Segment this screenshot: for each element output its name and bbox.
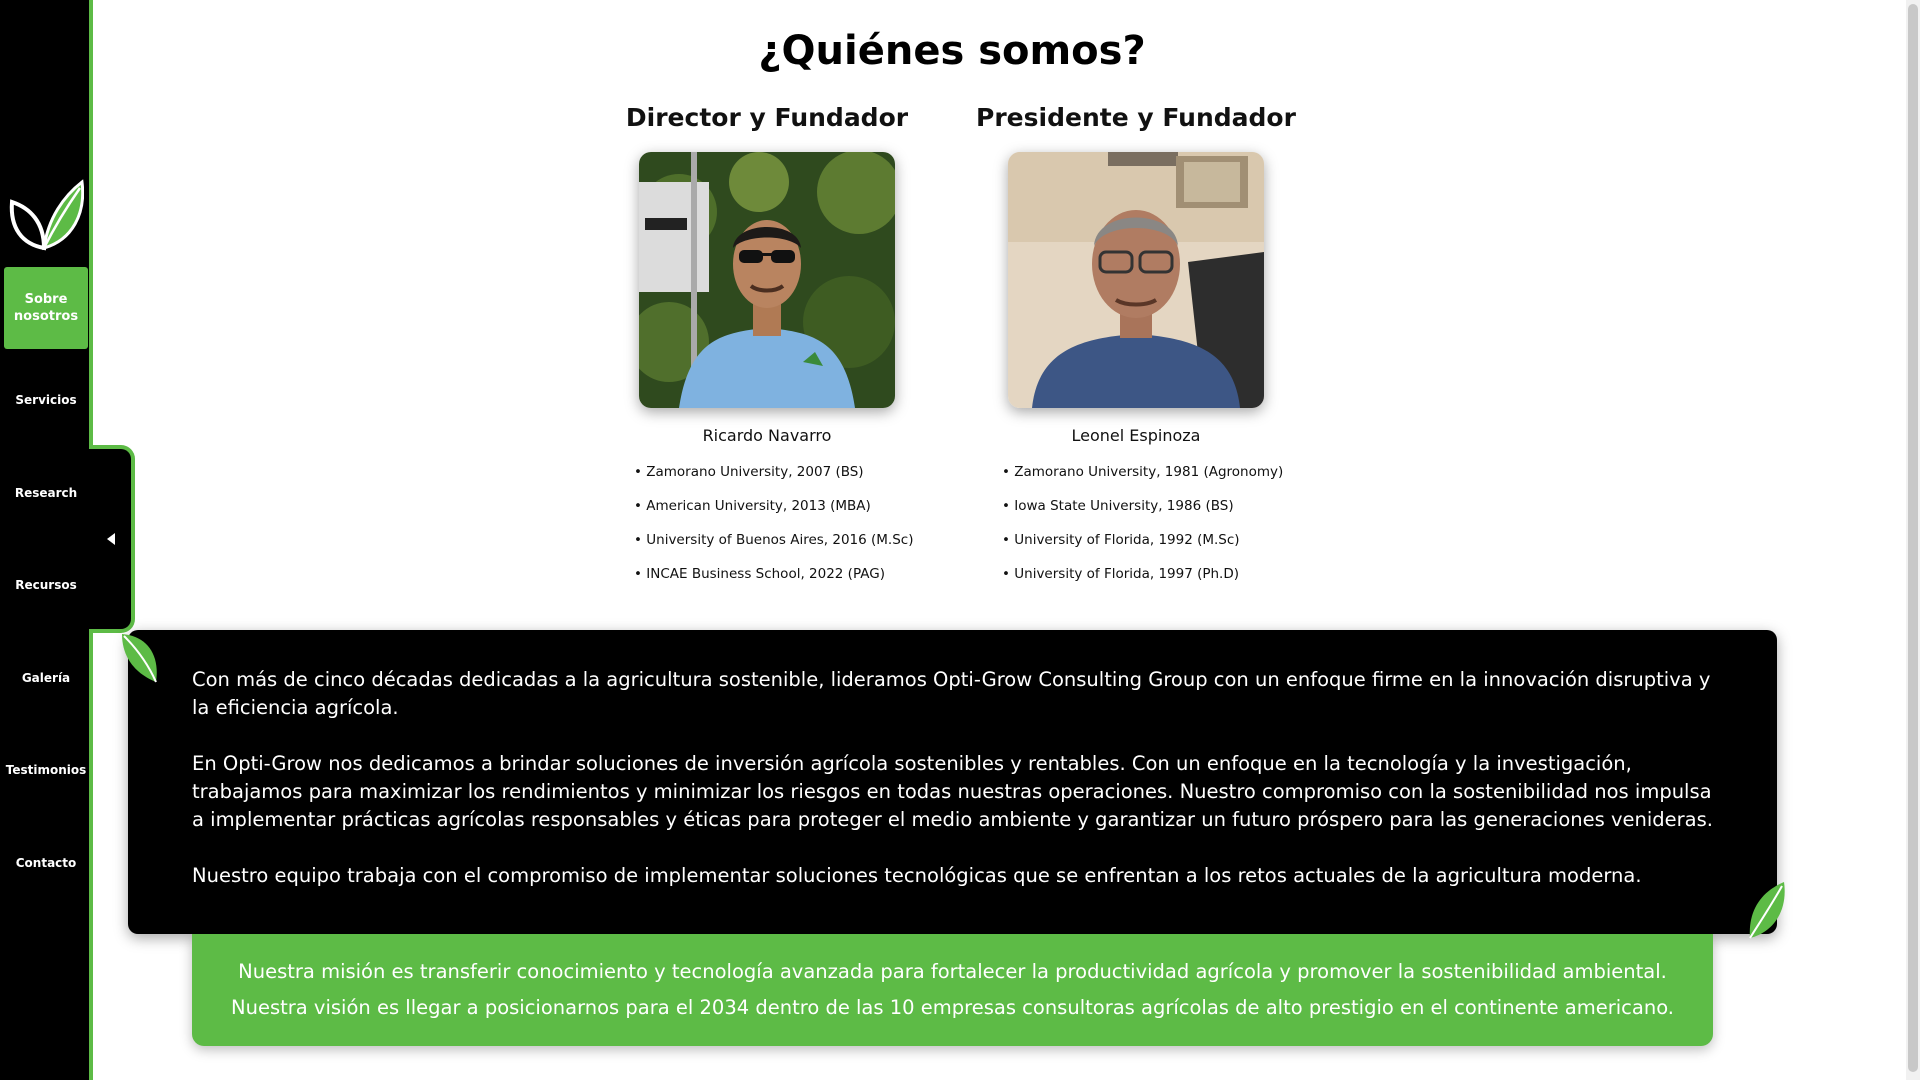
sidebar: Sobre nosotros Servicios Research Recurs… <box>0 0 93 1080</box>
person-photo <box>1008 152 1264 408</box>
leaf-icon <box>1749 882 1785 939</box>
credential-item: • University of Buenos Aires, 2016 (M.Sc… <box>634 532 914 548</box>
credentials-list: • Zamorano University, 2007 (BS) • Ameri… <box>634 462 914 598</box>
sidebar-collapse-toggle[interactable] <box>89 445 135 633</box>
nav-item-recursos[interactable]: Recursos <box>4 544 88 626</box>
portrait-image <box>639 152 895 408</box>
nav-item-sobre-nosotros[interactable]: Sobre nosotros <box>4 267 88 349</box>
nav-item-testimonios[interactable]: Testimonios <box>4 729 88 811</box>
person-photo <box>639 152 895 408</box>
about-paragraph: En Opti-Grow nos dedicamos a brindar sol… <box>192 752 1713 831</box>
credential-item: • Zamorano University, 1981 (Agronomy) <box>1002 464 1284 480</box>
person-role: Director y Fundador <box>625 103 909 132</box>
about-paragraph: Nuestro equipo trabaja con el compromiso… <box>192 864 1642 887</box>
caret-left-icon <box>107 533 115 545</box>
scrollbar[interactable] <box>1906 0 1920 1080</box>
nav-item-contacto[interactable]: Contacto <box>4 822 88 904</box>
person-role: Presidente y Fundador <box>976 103 1296 132</box>
nav-item-research[interactable]: Research <box>4 452 88 534</box>
page-title: ¿Quiénes somos? <box>758 28 1146 74</box>
about-paragraph: Con más de cinco décadas dedicadas a la … <box>192 668 1711 719</box>
mission-vision-box: Nuestra misión es transferir conocimient… <box>192 934 1713 1046</box>
person-name: Ricardo Navarro <box>702 426 832 445</box>
vision-text: Nuestra visión es llegar a posicionarnos… <box>231 996 1674 1019</box>
credential-item: • University of Florida, 1992 (M.Sc) <box>1002 532 1240 548</box>
portrait-image <box>1008 152 1264 408</box>
nav-item-servicios[interactable]: Servicios <box>4 359 88 441</box>
credential-item: • INCAE Business School, 2022 (PAG) <box>634 566 885 582</box>
scrollbar-thumb[interactable] <box>1908 4 1918 1072</box>
credentials-list: • Zamorano University, 1981 (Agronomy) •… <box>1002 462 1283 598</box>
leaf-logo-icon[interactable] <box>8 178 84 252</box>
leaf-icon <box>122 634 157 683</box>
credential-item: • American University, 2013 (MBA) <box>634 498 871 514</box>
nav-item-galeria[interactable]: Galería <box>4 637 88 719</box>
about-text-box: Con más de cinco décadas dedicadas a la … <box>128 630 1777 934</box>
credential-item: • University of Florida, 1997 (Ph.D) <box>1002 566 1240 582</box>
mission-text: Nuestra misión es transferir conocimient… <box>238 960 1667 983</box>
credential-item: • Zamorano University, 2007 (BS) <box>634 464 864 480</box>
person-name: Leonel Espinoza <box>1071 426 1201 445</box>
credential-item: • Iowa State University, 1986 (BS) <box>1002 498 1234 514</box>
